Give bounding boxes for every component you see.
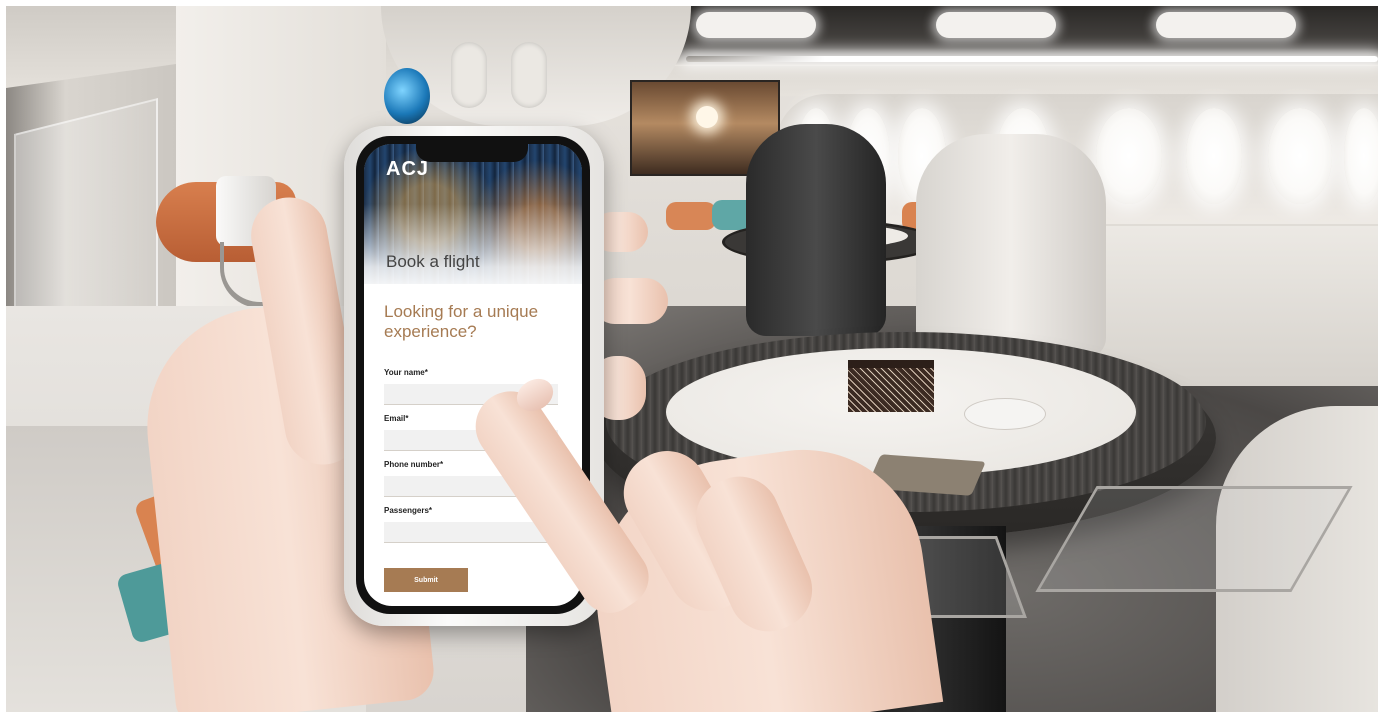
passengers-field[interactable] xyxy=(384,522,558,543)
submit-button[interactable]: Submit xyxy=(384,568,468,592)
ceiling-light xyxy=(936,12,1056,38)
name-label: Your name* xyxy=(384,368,428,377)
gift-box xyxy=(848,360,934,412)
cabin-window xyxy=(1344,108,1378,204)
cabin-window xyxy=(1186,108,1242,204)
headline: Looking for a unique experience? xyxy=(384,302,539,341)
ceiling-light xyxy=(1156,12,1296,38)
page-title: Book a flight xyxy=(386,252,480,271)
light-armchair xyxy=(916,134,1106,358)
ceiling-light-line xyxy=(686,56,1378,62)
arch-window xyxy=(511,42,547,108)
screen-glow xyxy=(696,106,718,128)
email-label: Email* xyxy=(384,414,409,423)
cabin-window xyxy=(1096,108,1162,204)
globe-display xyxy=(384,68,430,124)
cushion-orange xyxy=(666,202,716,230)
plate xyxy=(964,398,1046,430)
ceiling-light xyxy=(696,12,816,38)
cabin-scene: ACJ Book a flight Looking for a unique e… xyxy=(6,6,1378,712)
cabin-window xyxy=(1268,108,1332,204)
acj-logo[interactable]: ACJ xyxy=(386,158,429,181)
hero-fade xyxy=(364,204,582,294)
phone-notch xyxy=(416,142,528,162)
passengers-label: Passengers* xyxy=(384,506,433,515)
arch-window xyxy=(451,42,487,108)
dark-armchair xyxy=(746,124,886,336)
phone-number-label: Phone number* xyxy=(384,460,444,469)
